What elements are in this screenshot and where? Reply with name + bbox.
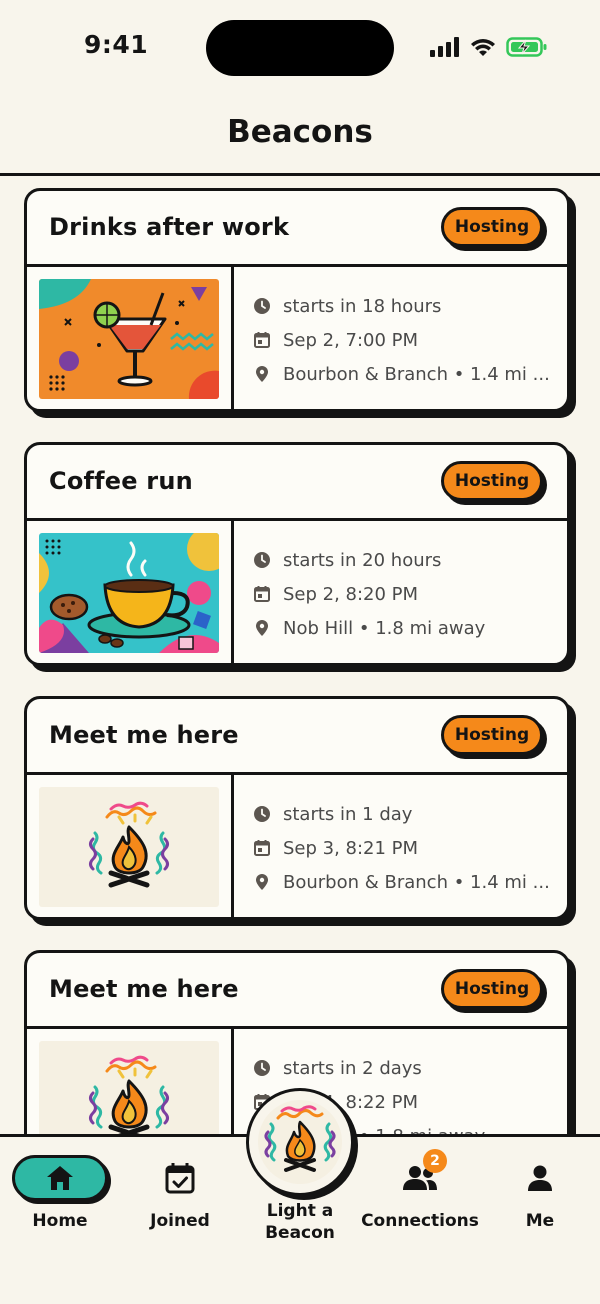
calendar-check-icon: [165, 1163, 195, 1194]
nav-joined-label: Joined: [150, 1211, 210, 1231]
beacon-start-time: starts in 20 hours: [283, 549, 442, 571]
beacon-card[interactable]: Meet me here Hosting: [24, 696, 570, 920]
beacon-start-time: starts in 2 days: [283, 1057, 422, 1079]
beacon-start-time: starts in 18 hours: [283, 295, 442, 317]
beacon-start-time: starts in 1 day: [283, 803, 413, 825]
hosting-badge[interactable]: Hosting: [441, 969, 543, 1009]
clock-icon: [254, 298, 270, 314]
wifi-icon: [471, 39, 495, 56]
beacon-location: Nob Hill • 1.8 mi away: [283, 617, 486, 639]
beacon-date: Sep 2, 8:20 PM: [283, 583, 419, 605]
beacon-title: Coffee run: [49, 467, 193, 495]
cocktail-illustration: [39, 279, 219, 399]
nav-me-label: Me: [525, 1211, 555, 1231]
status-bar: 9:41: [0, 0, 600, 96]
beacon-card-header: Meet me here Hosting: [27, 699, 567, 775]
hosting-badge[interactable]: Hosting: [441, 715, 543, 755]
connections-count-badge: 2: [423, 1149, 447, 1173]
nav-connections[interactable]: 2 Connections: [360, 1149, 480, 1231]
signal-icon: [430, 37, 459, 57]
beacon-card[interactable]: Drinks after work Hosting starts in 18 h…: [24, 188, 570, 412]
clock-icon: [254, 1060, 270, 1076]
beacon-card-header: Drinks after work Hosting: [27, 191, 567, 267]
campfire-icon: [258, 1100, 342, 1184]
status-time: 9:41: [84, 30, 149, 59]
light-a-beacon-button[interactable]: [246, 1088, 354, 1196]
dynamic-island: [206, 20, 394, 76]
nav-home-label: Home: [32, 1211, 88, 1231]
hosting-badge[interactable]: Hosting: [441, 207, 543, 247]
campfire-illustration: [39, 787, 219, 907]
nav-joined[interactable]: Joined: [120, 1155, 240, 1231]
beacon-date: Sep 2, 7:00 PM: [283, 329, 419, 351]
campfire-illustration: [39, 1041, 219, 1135]
beacon-label-line2: Beacon: [265, 1223, 335, 1243]
beacon-title: Meet me here: [49, 721, 239, 749]
page-header: Beacons: [0, 96, 600, 176]
person-icon: [528, 1165, 552, 1191]
clock-icon: [254, 806, 270, 822]
page-title: Beacons: [227, 114, 373, 150]
coffee-illustration: [39, 533, 219, 653]
battery-icon: [506, 37, 547, 57]
light-a-beacon-label: Light a Beacon: [240, 1200, 360, 1244]
hosting-badge[interactable]: Hosting: [441, 461, 543, 501]
nav-me[interactable]: Me: [480, 1155, 600, 1231]
beacon-card-header: Coffee run Hosting: [27, 445, 567, 521]
status-icons: [430, 36, 548, 58]
beacon-title: Drinks after work: [49, 213, 290, 241]
beacon-card[interactable]: Coffee run Hosting starts in 20 hours Se…: [24, 442, 570, 666]
nav-connections-label: Connections: [361, 1211, 479, 1231]
beacon-title: Meet me here: [49, 975, 239, 1003]
beacon-location: Bourbon & Branch • 1.4 mi ...: [283, 871, 550, 893]
location-pin-icon: [256, 874, 268, 890]
location-pin-icon: [256, 620, 268, 636]
calendar-icon: [254, 840, 270, 856]
beacon-location: Bourbon & Branch • 1.4 mi ...: [283, 363, 550, 385]
beacon-date: Sep 3, 8:21 PM: [283, 837, 419, 859]
nav-home[interactable]: Home: [0, 1155, 120, 1231]
beacon-card-header: Meet me here Hosting: [27, 953, 567, 1029]
location-pin-icon: [256, 366, 268, 382]
clock-icon: [254, 552, 270, 568]
beacon-label-line1: Light a: [266, 1201, 334, 1221]
calendar-icon: [254, 332, 270, 348]
beacon-feed[interactable]: Drinks after work Hosting starts in 18 h…: [0, 176, 600, 1135]
home-icon: [47, 1166, 73, 1190]
calendar-icon: [254, 586, 270, 602]
